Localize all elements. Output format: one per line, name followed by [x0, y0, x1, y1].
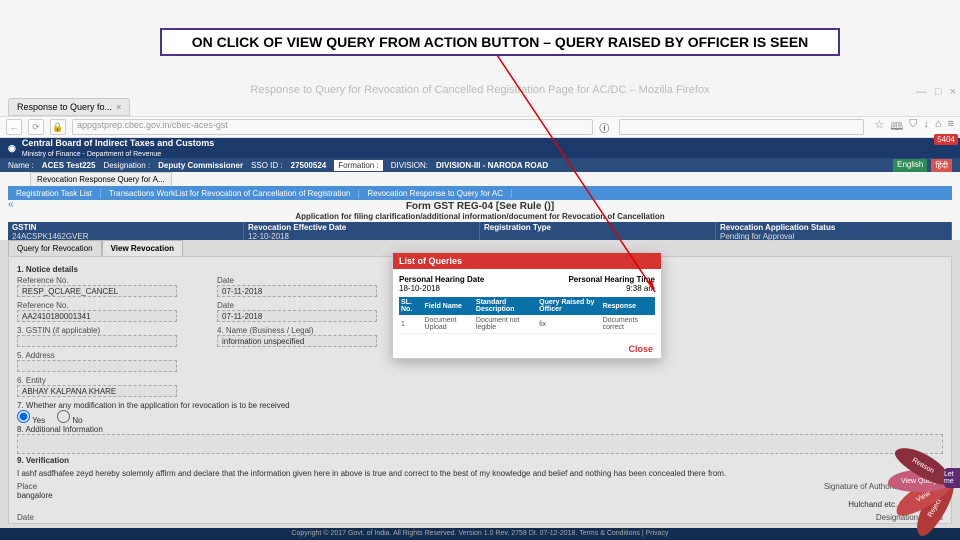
emblem-icon: ◉ — [8, 143, 16, 154]
form-subtitle: Application for filing clarification/add… — [0, 212, 960, 221]
info-strip: GSTIN24ACSPK1462GVER Revocation Effectiv… — [8, 222, 952, 240]
lang-hindi[interactable]: हिंदी — [931, 159, 952, 172]
lock-icon: 🔒 — [50, 119, 66, 135]
breadcrumb-item[interactable]: Registration Task List — [8, 189, 101, 198]
browser-tabbar: Response to Query fo... × — [0, 98, 960, 116]
breadcrumb-item[interactable]: Revocation Response to Query for AC — [359, 189, 512, 198]
phd-label: Personal Hearing Date — [399, 275, 484, 284]
cell-response: Documents correct — [601, 315, 655, 334]
tab-close-icon[interactable]: × — [116, 102, 121, 112]
url-bar: ← ⟳ 🔒 appgstprep.cbec.gov.in/cbec-aces-g… — [0, 116, 960, 138]
form-header: Form GST REG-04 [See Rule ()] Applicatio… — [0, 201, 960, 221]
address-input[interactable]: appgstprep.cbec.gov.in/cbec-aces-gst — [72, 119, 593, 135]
maximize-icon[interactable]: □ — [935, 86, 942, 98]
radial-action-menu: Reject View View Query Reason Let me — [850, 432, 960, 522]
eff-date-label: Revocation Effective Date — [248, 223, 475, 232]
formation-chip: Formation : — [334, 160, 382, 171]
list-of-queries-modal: List of Queries Personal Hearing Date18-… — [392, 252, 662, 359]
workspace-tab[interactable]: Revocation Response Query for A... — [30, 172, 172, 187]
desig-value: Deputy Commissioner — [158, 161, 243, 170]
breadcrumb: Registration Task List Transactions Work… — [8, 186, 952, 200]
col-stddesc: Standard Description — [474, 297, 537, 315]
library-icon[interactable]: 🕮 — [890, 118, 903, 137]
table-row: 1 Document Upload Document not legible f… — [399, 315, 655, 334]
tab-label: Response to Query fo... — [17, 102, 112, 112]
back-button[interactable]: ← — [6, 119, 22, 135]
site-title: Central Board of Indirect Taxes and Cust… — [22, 138, 214, 148]
form-title: Form GST REG-04 [See Rule ()] — [0, 201, 960, 212]
division-label: DIVISION: — [391, 161, 428, 170]
window-controls: — □ × — [916, 86, 956, 98]
cell-query: fix — [537, 315, 600, 334]
star-icon[interactable]: ☆ — [874, 118, 884, 137]
site-header: ◉ Central Board of Indirect Taxes and Cu… — [0, 138, 960, 158]
reload-button[interactable]: ⟳ — [28, 119, 44, 135]
window-title: Response to Query for Revocation of Canc… — [0, 84, 960, 96]
search-input[interactable] — [619, 119, 864, 135]
download-icon[interactable]: ↓ — [923, 118, 929, 137]
notification-badge[interactable]: 5404 — [934, 134, 958, 145]
phd-value: 18-10-2018 — [399, 284, 440, 293]
modal-title: List of Queries — [393, 253, 661, 269]
cell-slno: 1 — [399, 315, 423, 334]
annotation-callout: ON CLICK OF VIEW QUERY FROM ACTION BUTTO… — [160, 28, 840, 56]
cell-stddesc: Document not legible — [474, 315, 537, 334]
name-label: Name : — [8, 161, 34, 170]
sso-label: SSO ID : — [251, 161, 283, 170]
regtype-label: Registration Type — [484, 223, 711, 232]
close-window-icon[interactable]: × — [950, 86, 956, 98]
desig-label: Designation : — [103, 161, 150, 170]
status-label: Revocation Application Status — [720, 223, 947, 232]
col-fieldname: Field Name — [423, 297, 474, 315]
lang-english[interactable]: English — [893, 159, 927, 172]
breadcrumb-item[interactable]: Transactions WorkList for Revocation of … — [101, 189, 359, 198]
sso-value: 27500524 — [291, 161, 327, 170]
col-response: Response — [601, 297, 655, 315]
division-value: DIVISION-III - NARODA ROAD — [436, 161, 548, 170]
fan-toggle[interactable]: Let me — [944, 468, 960, 488]
close-button[interactable]: Close — [628, 344, 653, 354]
pht-label: Personal Hearing Time — [568, 275, 655, 284]
browser-tab[interactable]: Response to Query fo... × — [8, 98, 130, 116]
cell-fieldname: Document Upload — [423, 315, 474, 334]
shield-icon[interactable]: ⛉ — [909, 118, 917, 137]
name-value: ACES Test225 — [42, 161, 96, 170]
reader-icon[interactable]: ⓘ — [599, 120, 609, 135]
gstin-label: GSTIN — [12, 223, 239, 232]
minimize-icon[interactable]: — — [916, 86, 927, 98]
col-query: Query Raised by Officer — [537, 297, 600, 315]
queries-table: SL. No. Field Name Standard Description … — [399, 297, 655, 334]
pht-value: 9:38 am — [626, 284, 655, 293]
site-subtitle: Ministry of Finance - Department of Reve… — [22, 151, 161, 158]
col-slno: SL. No. — [399, 297, 423, 315]
user-bar: Name : ACES Test225 Designation : Deputy… — [0, 158, 960, 172]
